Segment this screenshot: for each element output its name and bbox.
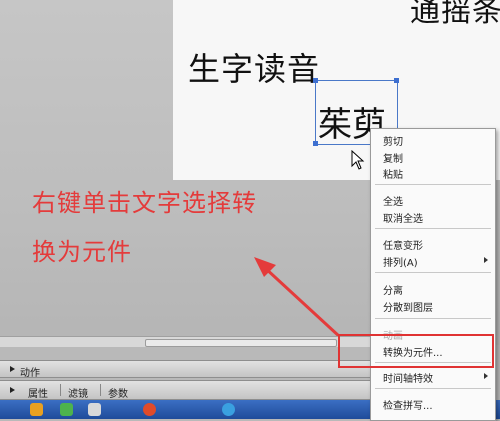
menu-separator: [375, 272, 491, 273]
taskbar-app-icon[interactable]: [88, 403, 101, 416]
horizontal-scrollbar[interactable]: [0, 336, 370, 347]
panel-label-actions[interactable]: 动作: [20, 364, 40, 379]
taskbar-app-icon[interactable]: [30, 403, 43, 416]
submenu-arrow-icon: [484, 257, 488, 263]
tab-filters[interactable]: 滤镜: [68, 385, 88, 400]
stage-title-partial: 通摇条: [410, 0, 500, 29]
instruction-line-1: 右键单击文字选择转: [32, 189, 257, 217]
actions-panel-header[interactable]: 动作: [0, 360, 370, 379]
menu-separator: [375, 228, 491, 229]
scrollbar-thumb[interactable]: [145, 339, 337, 347]
submenu-arrow-icon: [484, 373, 488, 379]
menu-item-cut[interactable]: 剪切: [383, 133, 403, 148]
menu-item-copy[interactable]: 复制: [383, 150, 403, 165]
expand-arrow-icon[interactable]: [10, 387, 15, 393]
menu-item-select-all[interactable]: 全选: [383, 193, 403, 208]
menu-separator: [375, 318, 491, 319]
selection-handle[interactable]: [313, 78, 318, 83]
menu-item-break-apart[interactable]: 分离: [383, 282, 403, 297]
menu-item-free-transform[interactable]: 任意变形: [383, 237, 423, 252]
expand-arrow-icon[interactable]: [10, 366, 15, 372]
menu-item-paste[interactable]: 粘贴: [383, 166, 403, 181]
menu-separator: [375, 388, 491, 389]
tab-parameters[interactable]: 参数: [108, 385, 128, 400]
taskbar-app-icon[interactable]: [143, 403, 156, 416]
tab-properties[interactable]: 属性: [28, 385, 48, 400]
tab-divider: [100, 384, 101, 396]
menu-separator: [375, 184, 491, 185]
menu-item-distribute-to-layers[interactable]: 分散到图层: [383, 299, 433, 314]
taskbar-app-icon[interactable]: [222, 403, 235, 416]
taskbar-app-icon[interactable]: [60, 403, 73, 416]
tab-divider: [60, 384, 61, 396]
menu-item-check-spelling[interactable]: 检查拼写...: [383, 397, 433, 412]
selection-handle[interactable]: [394, 78, 399, 83]
menu-item-arrange[interactable]: 排列(A): [383, 254, 418, 269]
mouse-cursor-icon: [351, 150, 365, 170]
properties-panel-header[interactable]: 属性 滤镜 参数: [0, 380, 370, 400]
menu-item-deselect-all[interactable]: 取消全选: [383, 210, 423, 225]
instruction-line-2: 换为元件: [32, 238, 132, 266]
annotation-arrow-icon: [254, 257, 342, 339]
context-menu: 剪切 复制 粘贴 全选 取消全选 任意变形 排列(A) 分离 分散到图层 动画 …: [370, 128, 496, 421]
stage-text[interactable]: 生字读音: [188, 44, 320, 90]
highlight-box: [338, 334, 494, 368]
menu-item-timeline-effects[interactable]: 时间轴特效: [383, 370, 433, 385]
